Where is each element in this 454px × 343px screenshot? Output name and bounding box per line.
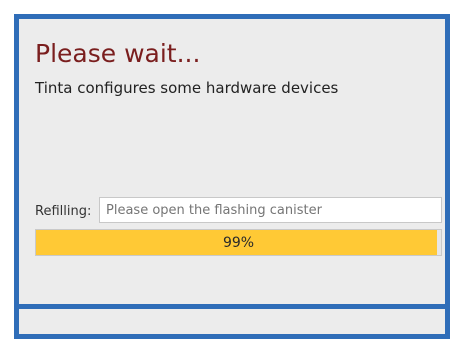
- refilling-status-field[interactable]: [99, 197, 442, 223]
- refilling-label: Refilling:: [35, 204, 92, 219]
- dialog-footer: [19, 309, 445, 334]
- progress-dialog: Please wait... Tinta configures some har…: [14, 14, 450, 339]
- progress-bar: 99%: [35, 229, 442, 256]
- dialog-title: Please wait...: [35, 39, 201, 68]
- progress-percent-text: 99%: [222, 234, 255, 251]
- app-window: Please wait... Tinta configures some har…: [0, 0, 454, 343]
- dialog-subtitle: Tinta configures some hardware devices: [35, 79, 339, 97]
